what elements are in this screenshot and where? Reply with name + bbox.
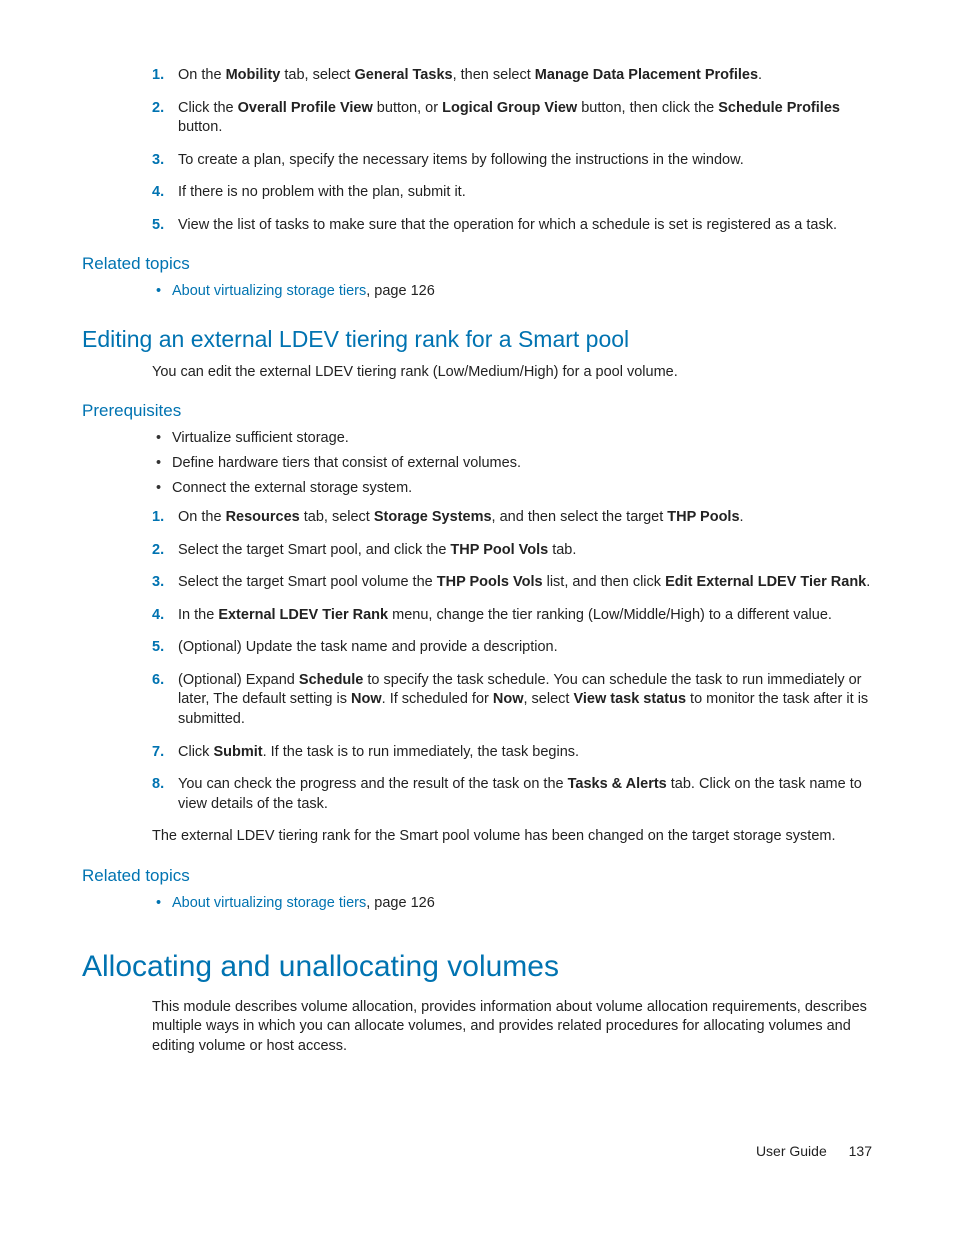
step-number: 3. [152, 573, 164, 593]
list-item: 7. Click Submit. If the task is to run im… [152, 743, 872, 763]
list-item: 1. On the Resources tab, select Storage S… [152, 508, 872, 528]
list-item: Define hardware tiers that consist of ex… [152, 454, 872, 474]
step-text: In the External LDEV Tier Rank menu, cha… [178, 607, 832, 623]
step-number: 4. [152, 606, 164, 626]
procedure-list-2: 1. On the Resources tab, select Storage S… [82, 508, 872, 814]
prerequisites-list: Virtualize sufficient storage. Define har… [82, 429, 872, 498]
list-item: 8. You can check the progress and the res… [152, 775, 872, 814]
related-topics-list-2: About virtualizing storage tiers, page 1… [82, 894, 872, 914]
related-topic-link[interactable]: About virtualizing storage tiers [172, 283, 366, 299]
step-number: 1. [152, 66, 164, 86]
step-text: On the Resources tab, select Storage Sys… [178, 509, 744, 525]
step-text: You can check the progress and the resul… [178, 776, 862, 812]
step-number: 6. [152, 671, 164, 691]
footer-label: User Guide [756, 1143, 827, 1159]
related-topic-item: About virtualizing storage tiers, page 1… [152, 894, 872, 914]
list-item: 4. In the External LDEV Tier Rank menu, c… [152, 606, 872, 626]
step-number: 3. [152, 151, 164, 171]
step-number: 2. [152, 99, 164, 119]
step-number: 4. [152, 183, 164, 203]
step-text: To create a plan, specify the necessary … [178, 152, 744, 168]
step-number: 7. [152, 743, 164, 763]
step-text: If there is no problem with the plan, su… [178, 184, 466, 200]
step-text: View the list of tasks to make sure that… [178, 217, 837, 233]
section-heading-editing-ldev: Editing an external LDEV tiering rank fo… [82, 324, 872, 355]
result-paragraph: The external LDEV tiering rank for the S… [152, 827, 872, 847]
section-intro: You can edit the external LDEV tiering r… [152, 363, 872, 383]
related-topic-link[interactable]: About virtualizing storage tiers [172, 895, 366, 911]
related-topic-suffix: , page 126 [366, 283, 435, 299]
step-number: 2. [152, 541, 164, 561]
step-text: Select the target Smart pool, and click … [178, 542, 576, 558]
step-number: 5. [152, 216, 164, 236]
step-text: On the Mobility tab, select General Task… [178, 67, 762, 83]
related-topics-heading-2: Related topics [82, 865, 872, 888]
step-number: 8. [152, 775, 164, 795]
list-item: Virtualize sufficient storage. [152, 429, 872, 449]
page-footer: User Guide 137 [82, 1142, 872, 1161]
list-item: 3. Select the target Smart pool volume th… [152, 573, 872, 593]
step-number: 5. [152, 638, 164, 658]
list-item: 5. View the list of tasks to make sure th… [152, 216, 872, 236]
step-text: (Optional) Expand Schedule to specify th… [178, 672, 868, 727]
list-item: 4. If there is no problem with the plan, … [152, 183, 872, 203]
related-topic-item: About virtualizing storage tiers, page 1… [152, 282, 872, 302]
step-number: 1. [152, 508, 164, 528]
list-item: 2. Click the Overall Profile View button,… [152, 99, 872, 138]
list-item: 3. To create a plan, specify the necessar… [152, 151, 872, 171]
list-item: 1. On the Mobility tab, select General Ta… [152, 66, 872, 86]
step-text: Click Submit. If the task is to run imme… [178, 744, 579, 760]
list-item: Connect the external storage system. [152, 479, 872, 499]
list-item: 2. Select the target Smart pool, and clic… [152, 541, 872, 561]
footer-page-number: 137 [849, 1143, 872, 1159]
step-text: Click the Overall Profile View button, o… [178, 100, 840, 136]
related-topics-list-1: About virtualizing storage tiers, page 1… [82, 282, 872, 302]
major-heading-allocating: Allocating and unallocating volumes [82, 947, 872, 988]
step-text: Select the target Smart pool volume the … [178, 574, 870, 590]
list-item: 6. (Optional) Expand Schedule to specify … [152, 671, 872, 730]
list-item: 5. (Optional) Update the task name and pr… [152, 638, 872, 658]
procedure-list-1: 1. On the Mobility tab, select General Ta… [82, 66, 872, 235]
related-topics-heading-1: Related topics [82, 253, 872, 276]
prerequisites-heading: Prerequisites [82, 400, 872, 423]
related-topic-suffix: , page 126 [366, 895, 435, 911]
step-text: (Optional) Update the task name and prov… [178, 639, 558, 655]
major-intro: This module describes volume allocation,… [152, 998, 872, 1057]
